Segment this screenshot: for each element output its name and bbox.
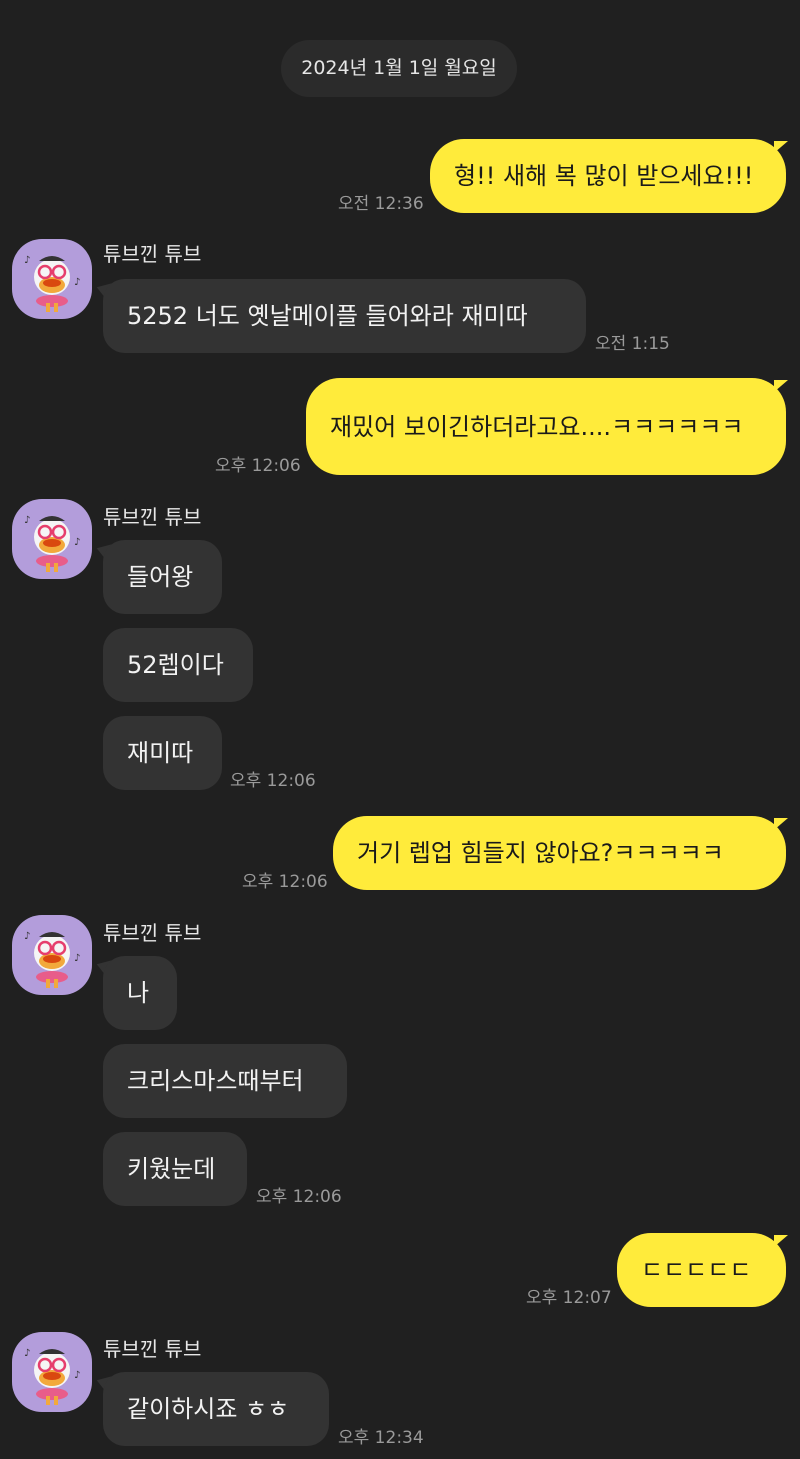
svg-text:♪: ♪ [74,537,80,548]
svg-text:♪: ♪ [24,515,30,526]
message-time: 오후 12:07 [526,1288,612,1308]
avatar[interactable]: ♪ ♪ [12,915,92,995]
message-time: 오후 12:06 [230,771,316,791]
bubble-tail [774,380,788,392]
message-time: 오후 12:06 [215,456,301,476]
bubble-tail [774,818,788,830]
date-divider: 2024년 1월 1일 월요일 [281,40,517,97]
duck-avatar-icon: ♪ ♪ [24,515,80,572]
duck-avatar-icon: ♪ ♪ [24,255,80,312]
bubble-tail [774,141,788,153]
svg-text:♪: ♪ [74,1370,80,1381]
duck-avatar-icon: ♪ ♪ [24,1348,80,1405]
message-time: 오후 12:06 [256,1187,342,1207]
incoming-message[interactable]: 5252 너도 옛날메이플 들어와라 재미따 [103,279,586,353]
avatar[interactable]: ♪ ♪ [12,239,92,319]
incoming-message[interactable]: 나 [103,956,177,1030]
outgoing-message[interactable]: 재밌어 보이긴하더라고요....ㅋㅋㅋㅋㅋㅋ [306,378,786,475]
message-time: 오후 12:06 [242,872,328,892]
svg-text:♪: ♪ [24,255,30,266]
incoming-message[interactable]: 크리스마스때부터 [103,1044,347,1118]
incoming-message[interactable]: 키웠눈데 [103,1132,247,1206]
incoming-message[interactable]: 들어왕 [103,540,222,614]
svg-text:♪: ♪ [74,953,80,964]
outgoing-message[interactable]: ㄷㄷㄷㄷㄷ [617,1233,786,1307]
outgoing-message[interactable]: 거기 렙업 힘들지 않아요?ㅋㅋㅋㅋㅋ [333,816,786,890]
incoming-message[interactable]: 같이하시죠 ㅎㅎ [103,1372,329,1446]
svg-text:♪: ♪ [24,931,30,942]
svg-text:♪: ♪ [74,277,80,288]
incoming-message[interactable]: 52렙이다 [103,628,253,702]
sender-name: 튜브낀 튜브 [103,1337,202,1361]
avatar[interactable]: ♪ ♪ [12,1332,92,1412]
svg-text:♪: ♪ [24,1348,30,1359]
message-time: 오전 12:36 [338,194,424,214]
outgoing-message[interactable]: 형!! 새해 복 많이 받으세요!!! [430,139,786,213]
message-time: 오후 12:34 [338,1428,424,1448]
duck-avatar-icon: ♪ ♪ [24,931,80,988]
message-time: 오전 1:15 [595,334,670,354]
sender-name: 튜브낀 튜브 [103,242,202,266]
sender-name: 튜브낀 튜브 [103,505,202,529]
bubble-tail [774,1235,788,1247]
avatar[interactable]: ♪ ♪ [12,499,92,579]
chat-screen: 2024년 1월 1일 월요일 형!! 새해 복 많이 받으세요!!! 오전 1… [0,0,800,1459]
sender-name: 튜브낀 튜브 [103,921,202,945]
incoming-message[interactable]: 재미따 [103,716,222,790]
